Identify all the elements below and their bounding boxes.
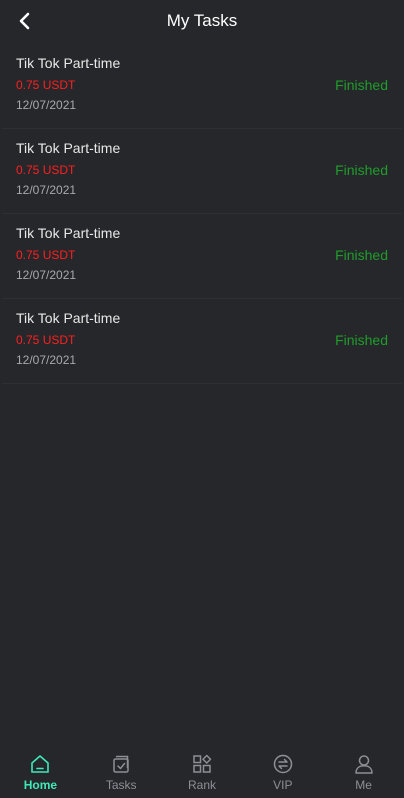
task-item[interactable]: Tik Tok Part-time 0.75 USDT 12/07/2021 F… (2, 299, 402, 384)
tab-vip[interactable]: VIP (242, 748, 323, 798)
home-icon (29, 753, 51, 775)
page-title: My Tasks (166, 11, 238, 30)
task-amount: 0.75 USDT (16, 78, 76, 92)
task-list: Tik Tok Part-time 0.75 USDT 12/07/2021 F… (0, 44, 404, 384)
chevron-left-icon (19, 12, 30, 30)
task-status: Finished (335, 77, 388, 93)
task-status: Finished (335, 332, 388, 348)
task-amount: 0.75 USDT (16, 333, 76, 347)
bottom-tab-bar: Home Tasks Rank VIP Me (0, 748, 404, 798)
tab-tasks[interactable]: Tasks (81, 748, 162, 798)
header: My Tasks (0, 0, 404, 42)
task-name: Tik Tok Part-time (16, 140, 121, 156)
task-item[interactable]: Tik Tok Part-time 0.75 USDT 12/07/2021 F… (2, 44, 402, 129)
task-name: Tik Tok Part-time (16, 225, 121, 241)
task-item[interactable]: Tik Tok Part-time 0.75 USDT 12/07/2021 F… (2, 129, 402, 214)
rank-icon (191, 753, 213, 775)
tab-label: Tasks (105, 778, 137, 792)
tab-label: Home (23, 778, 58, 792)
task-item[interactable]: Tik Tok Part-time 0.75 USDT 12/07/2021 F… (2, 214, 402, 299)
tab-label: Rank (187, 778, 216, 792)
task-status: Finished (335, 162, 388, 178)
task-status: Finished (335, 247, 388, 263)
task-date: 12/07/2021 (16, 268, 77, 282)
task-date: 12/07/2021 (16, 353, 77, 367)
back-button[interactable] (14, 10, 36, 32)
task-amount: 0.75 USDT (16, 163, 76, 177)
app-screen: My Tasks Tik Tok Part-time 0.75 USDT 12/… (0, 0, 404, 798)
task-name: Tik Tok Part-time (16, 310, 121, 326)
task-name: Tik Tok Part-time (16, 55, 121, 71)
tab-label: VIP (273, 778, 293, 792)
tasks-icon (110, 753, 132, 775)
vip-icon (272, 753, 294, 775)
tab-home[interactable]: Home (0, 748, 81, 798)
task-amount: 0.75 USDT (16, 248, 76, 262)
task-date: 12/07/2021 (16, 98, 77, 112)
tab-label: Me (355, 778, 372, 792)
tab-me[interactable]: Me (323, 748, 404, 798)
user-icon (353, 753, 375, 775)
task-date: 12/07/2021 (16, 183, 77, 197)
tab-rank[interactable]: Rank (162, 748, 243, 798)
